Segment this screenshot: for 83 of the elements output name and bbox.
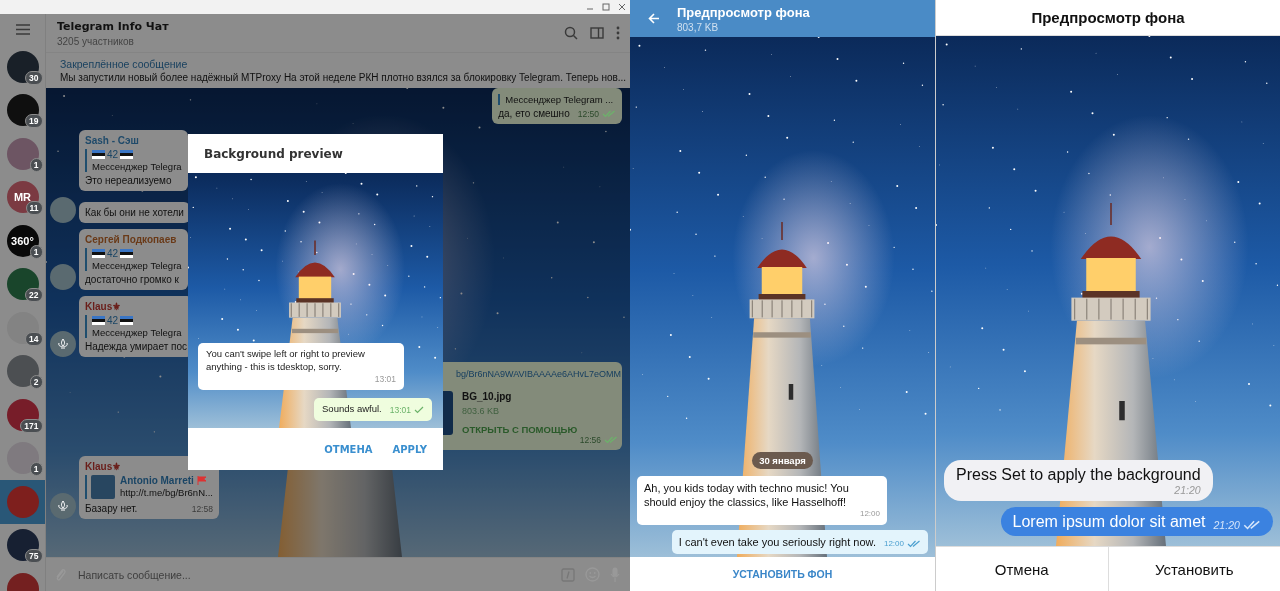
flag-icon [92, 249, 105, 258]
message-text: Ah, you kids today with techno music! You should enjoy the classics, like Hasselhoff! [644, 480, 850, 510]
file-size: 803,7 KB [677, 21, 720, 33]
screen-title: Предпросмотр фона [1031, 9, 1185, 26]
unread-badge: 1 [29, 462, 43, 477]
chat-list-item[interactable]: 2 [0, 349, 45, 393]
chat-list-item[interactable]: 14 [0, 306, 45, 350]
flag-icon [92, 316, 105, 325]
chat-list-item[interactable]: 22 [0, 262, 45, 306]
flag-icon [120, 249, 134, 258]
preview-title: Antonio Marreti [120, 475, 194, 486]
back-arrow-icon[interactable] [647, 13, 660, 24]
reply-title: 42 [107, 315, 119, 326]
set-background-button[interactable]: УСТАНОВИТЬ ФОН [726, 567, 839, 581]
chat-list-item[interactable]: 1 [0, 436, 45, 480]
reply-text: Мессенджер Telegra [92, 161, 182, 172]
message-text: Надежда умирает пос [85, 341, 187, 352]
chat-list-item[interactable]: 1 [0, 132, 45, 176]
message-text: достаточно громко к [85, 274, 180, 285]
file-name: BG_10.jpg [462, 391, 513, 402]
message-text: Lorem ipsum dolor sit amet [1012, 513, 1206, 531]
dialog-title: Background preview [203, 145, 344, 163]
message-text: Это нереализуемо [85, 175, 173, 186]
message-text: Как бы они не хотели [85, 207, 184, 218]
unread-badge: 1 [29, 157, 43, 172]
unread-badge: 30 [25, 70, 43, 85]
message-text: Базару нет. [85, 503, 138, 514]
reply-title: 42 [107, 149, 119, 160]
message-text: да, ето смешно [498, 108, 570, 119]
message-text: You can't swipe left or right to preview anything - this is tdesktop, sorry. [206, 348, 365, 372]
flag-icon [120, 150, 134, 159]
sender-name: Klaus⚜ [85, 301, 123, 312]
chat-list-item[interactable]: 19 [0, 88, 45, 132]
message-text: Sounds awful. [322, 403, 382, 416]
reply-text: Мессенджер Telegram ... [505, 94, 615, 105]
message-time: 12:00 [883, 538, 904, 549]
message-time: 21:20 [1213, 519, 1240, 531]
message-time: 12:58 [191, 504, 213, 514]
chat-list-item[interactable]: 360° 1 [0, 219, 45, 263]
reply-title: 42 [107, 248, 119, 259]
flag-icon [92, 150, 105, 159]
more-icon[interactable] [616, 26, 620, 40]
unread-badge: 171 [20, 418, 43, 433]
preview-url: http://t.me/bg/Br6nN... [120, 487, 213, 498]
message-text: I can't even take you seriously right now. [678, 534, 876, 549]
maximize-icon[interactable] [602, 3, 610, 11]
message-input[interactable]: Написать сообщение... [76, 567, 551, 582]
message-time: 13:01 [389, 404, 411, 416]
sender-name: Сергей Подкопаев [85, 234, 178, 245]
file-size: 803.6 KB [462, 406, 501, 416]
reply-text: Мессенджер Telegra [92, 327, 183, 338]
preview-thumbnail [91, 475, 115, 499]
unread-badge: 2 [29, 375, 43, 390]
unread-badge: 75 [25, 549, 43, 564]
message-time: 12:50 [577, 109, 599, 119]
sender-name: Sash - Сэш [85, 135, 140, 146]
message-text: Press Set to apply the background [956, 466, 1201, 484]
close-icon[interactable] [618, 3, 626, 11]
chat-title: Telegram Info Чат [57, 19, 170, 33]
screen-title: Предпросмотр фона [677, 4, 810, 20]
message-time: 12:56 [579, 435, 601, 445]
file-thumbnail [443, 391, 453, 435]
unread-badge: 1 [29, 244, 43, 259]
unread-badge: 19 [25, 114, 43, 129]
chat-list-item[interactable]: 171 [0, 393, 45, 437]
flag-icon [120, 316, 134, 325]
chat-list-item[interactable]: 75 [0, 523, 45, 567]
message-time: 12:00 [858, 509, 880, 520]
unread-badge: 14 [25, 331, 43, 346]
member-count: 3205 участников [57, 35, 135, 47]
flag-icon [196, 476, 207, 485]
unread-badge: 11 [25, 201, 43, 216]
reply-text: Мессенджер Telegra [92, 260, 182, 271]
search-icon[interactable] [564, 26, 578, 40]
pinned-text[interactable]: Мы запустили новый более надёжный MTProxy На этой неделе РКН плотно взялся за блокировку Telegram. Теперь нов... [60, 72, 627, 83]
message-time: 13:01 [373, 373, 396, 386]
unread-badge: 22 [25, 288, 43, 303]
menu-icon[interactable] [15, 24, 30, 35]
chat-list-item[interactable]: 30 [0, 45, 45, 89]
sidebar-toggle-icon[interactable] [590, 27, 604, 39]
sender-name: Klaus⚜ [85, 461, 123, 472]
chat-list-item[interactable]: MR 11 [0, 175, 45, 219]
message-time: 21:20 [1173, 484, 1201, 496]
